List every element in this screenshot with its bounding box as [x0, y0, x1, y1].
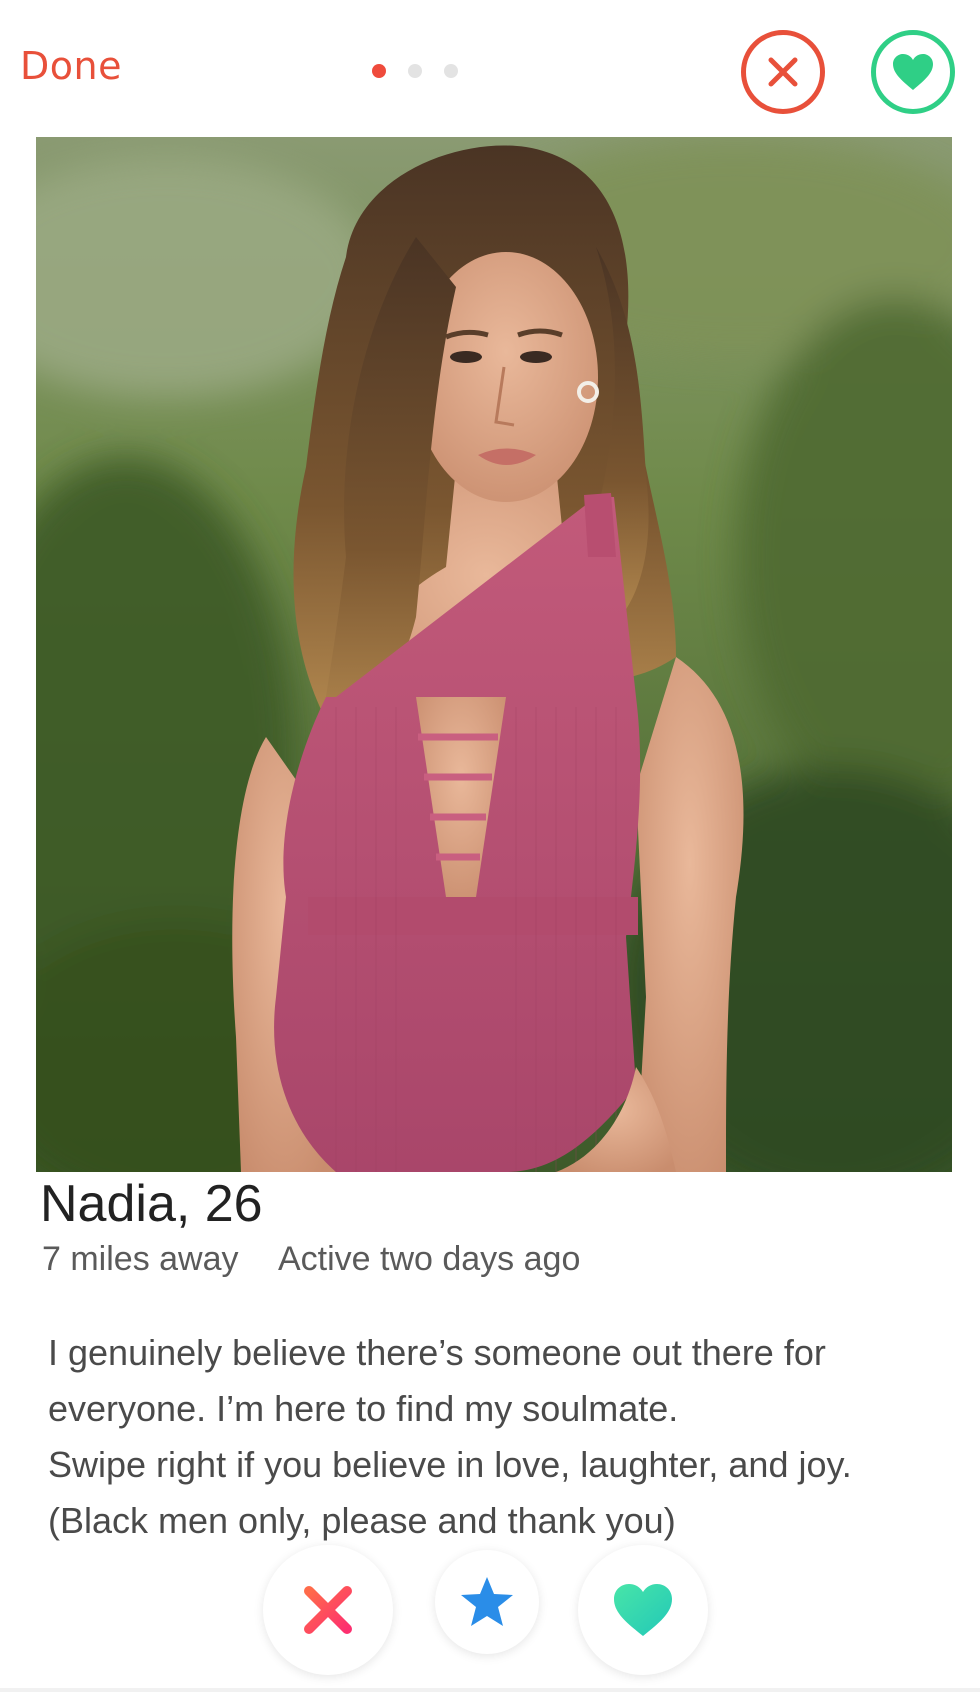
bio-line: everyone. I’m here to find my soulmate.	[48, 1388, 679, 1429]
top-bar: Done	[0, 0, 980, 128]
heart-icon	[893, 54, 933, 90]
photo-page-indicator	[372, 64, 458, 78]
like-button[interactable]	[578, 1545, 708, 1675]
bio-line: (Black men only, please and thank you)	[48, 1500, 676, 1541]
profile-bio: I genuinely believe there’s someone out …	[48, 1325, 958, 1549]
photo-dot-2[interactable]	[408, 64, 422, 78]
photo-dot-1[interactable]	[372, 64, 386, 78]
photo-dot-3[interactable]	[444, 64, 458, 78]
x-icon	[304, 1586, 352, 1634]
top-like-button[interactable]	[871, 30, 955, 114]
nope-button[interactable]	[263, 1545, 393, 1675]
profile-name-age: Nadia, 26	[40, 1175, 263, 1233]
heart-icon	[614, 1584, 672, 1636]
close-icon	[768, 57, 798, 87]
star-icon	[461, 1577, 513, 1626]
super-like-button[interactable]	[435, 1550, 539, 1654]
profile-photo-image	[36, 137, 952, 1172]
bio-line: I genuinely believe there’s someone out …	[48, 1332, 826, 1373]
profile-distance: 7 miles away	[42, 1240, 239, 1278]
bio-line: Swipe right if you believe in love, laug…	[48, 1444, 852, 1485]
done-button[interactable]: Done	[20, 44, 122, 88]
bottom-divider	[0, 1688, 980, 1692]
top-dislike-button[interactable]	[741, 30, 825, 114]
profile-activity: Active two days ago	[277, 1240, 581, 1278]
profile-photo[interactable]	[36, 137, 952, 1172]
profile-meta: 7 miles away Active two days ago	[42, 1240, 580, 1279]
